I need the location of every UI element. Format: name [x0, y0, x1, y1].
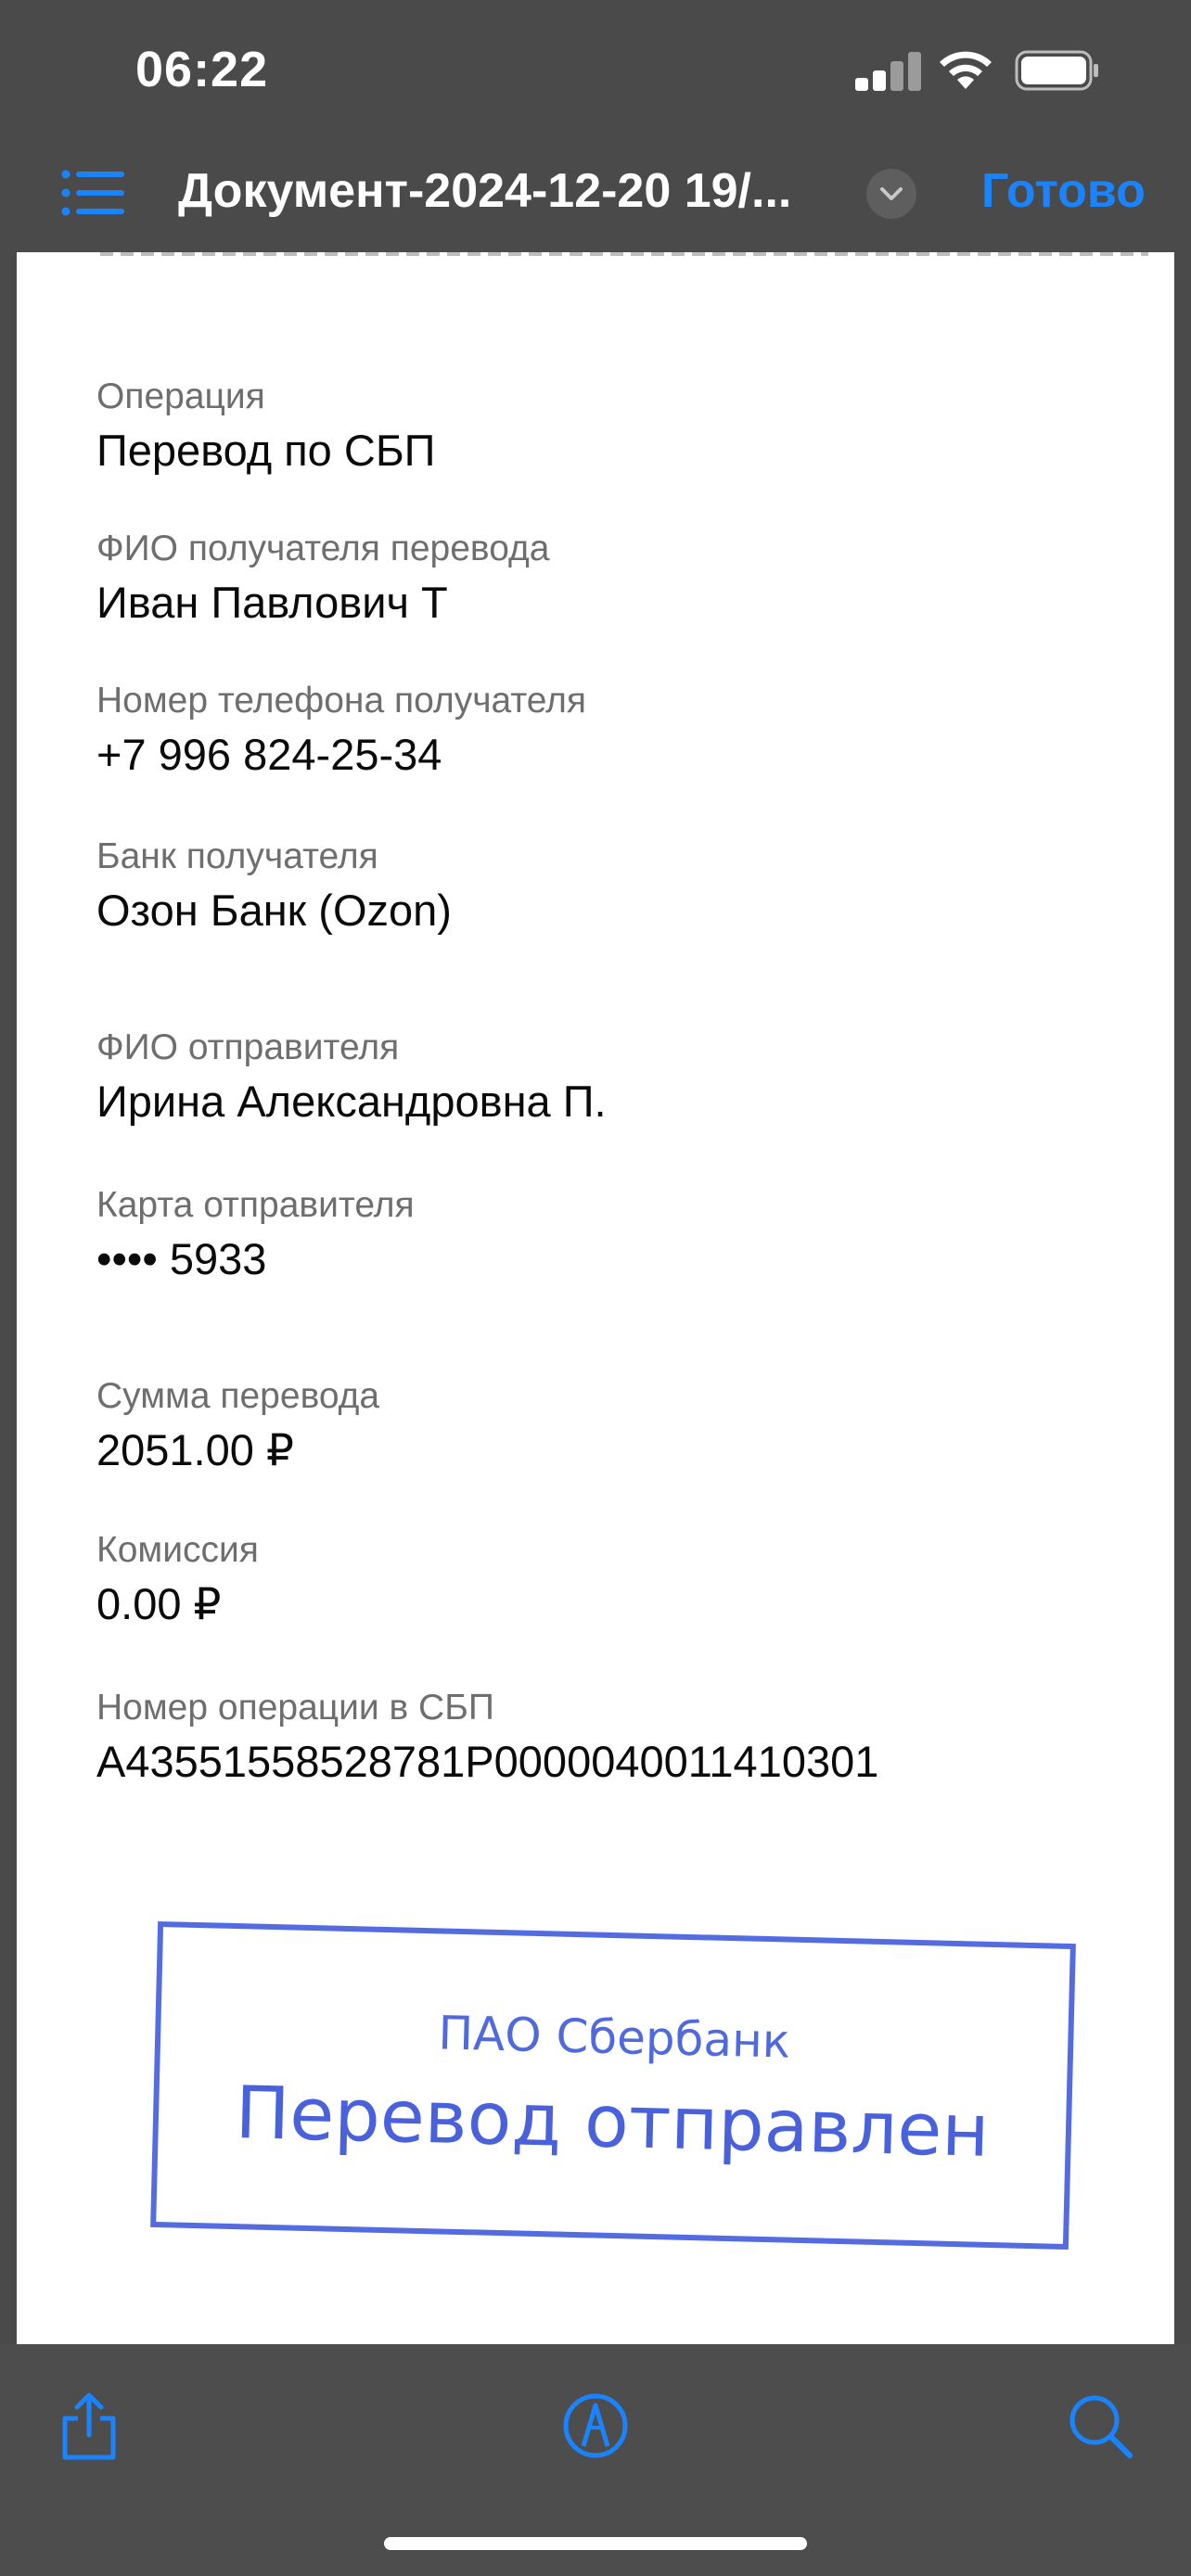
document-title[interactable]: Документ-2024-12-20 19/... — [178, 163, 827, 219]
field-commission: Комиссия 0.00 ₽ — [96, 1528, 259, 1632]
markup-icon[interactable] — [558, 2389, 633, 2463]
field-label: Номер операции в СБП — [96, 1688, 494, 1728]
field-recipient-bank: Банк получателя Озон Банк (Ozon) — [96, 835, 452, 938]
field-value: Перевод по СБП — [96, 426, 436, 475]
field-value: 0.00 ₽ — [96, 1579, 222, 1628]
field-sender-card: Карта отправителя •••• 5933 — [96, 1183, 415, 1287]
field-value: Ирина Александровна П. — [96, 1077, 607, 1126]
done-button[interactable]: Готово — [981, 163, 1146, 219]
field-recipient-phone: Номер телефона получателя +7 996 824-25-… — [96, 679, 586, 783]
list-icon[interactable] — [61, 167, 124, 219]
battery-icon — [1015, 50, 1098, 91]
wifi-icon — [940, 51, 992, 89]
field-label: Операция — [96, 376, 265, 416]
chevron-down-icon[interactable] — [866, 169, 916, 219]
field-label: ФИО отправителя — [96, 1027, 400, 1067]
field-recipient-name: ФИО получателя перевода Иван Павлович Т — [96, 527, 550, 631]
screen: 06:22 Документ-2024-12-20 19/... Готово … — [0, 0, 1191, 2576]
status-bar: 06:22 — [0, 0, 1191, 139]
field-label: Комиссия — [96, 1530, 259, 1570]
field-label: Номер телефона получателя — [96, 681, 587, 721]
field-sender-name: ФИО отправителя Ирина Александровна П. — [96, 1026, 607, 1129]
document-page: Операция Перевод по СБП ФИО получателя п… — [17, 252, 1174, 2344]
field-label: Сумма перевода — [96, 1376, 380, 1416]
field-value: Озон Банк (Ozon) — [96, 886, 452, 935]
field-value: •••• 5933 — [96, 1234, 267, 1283]
search-icon[interactable] — [1063, 2389, 1137, 2463]
sent-stamp: ПАО Сбербанк Перевод отправлен — [150, 1920, 1076, 2251]
field-sbp-operation-number: Номер операции в СБП A43551558528781P000… — [96, 1686, 878, 1790]
field-label: ФИО получателя перевода — [96, 529, 550, 568]
field-operation: Операция Перевод по СБП — [96, 375, 435, 478]
status-time: 06:22 — [135, 42, 269, 97]
cellular-signal-icon — [855, 52, 921, 91]
home-indicator[interactable] — [384, 2537, 807, 2550]
field-value: 2051.00 ₽ — [96, 1425, 294, 1474]
field-value: +7 996 824-25-34 — [96, 730, 442, 779]
field-label: Карта отправителя — [96, 1185, 415, 1225]
share-icon[interactable] — [52, 2389, 126, 2463]
field-value: Иван Павлович Т — [96, 578, 448, 627]
field-label: Банк получателя — [96, 836, 378, 876]
page-divider — [100, 252, 1148, 256]
field-amount: Сумма перевода 2051.00 ₽ — [96, 1374, 379, 1478]
nav-bar: Документ-2024-12-20 19/... Готово — [0, 139, 1191, 252]
field-value: A43551558528781P0000040011410301 — [96, 1737, 879, 1786]
